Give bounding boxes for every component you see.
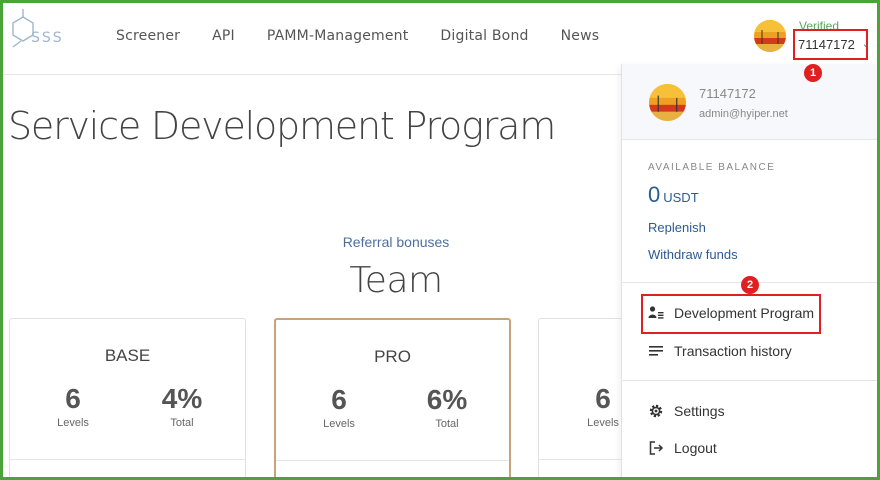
dropdown-user-name: 71147172 — [699, 86, 756, 101]
plan-name: BASE — [104, 346, 151, 365]
avatar — [649, 84, 686, 121]
nav-pamm-management[interactable]: PAMM-Management — [267, 28, 409, 44]
levels-stat: 6 Levels — [323, 384, 355, 430]
total-stat: 6% Total — [426, 384, 468, 430]
chevron-down-icon: ⌄ — [861, 39, 871, 50]
user-dropdown-menu: 71147172 admin@hyiper.net AVAILABLE BALA… — [621, 64, 877, 477]
logout-icon — [648, 440, 664, 456]
nav-news[interactable]: News — [561, 28, 600, 44]
nav-digital-bond[interactable]: Digital Bond — [440, 28, 528, 44]
menu-item-settings[interactable]: Settings — [648, 403, 725, 419]
menu-divider — [622, 380, 877, 381]
card-divider — [276, 460, 509, 461]
dropdown-user-section: 71147172 admin@hyiper.net — [622, 64, 877, 140]
nav-screener[interactable]: Screener — [116, 28, 180, 44]
highlight-development-program — [641, 294, 821, 334]
replenish-link[interactable]: Replenish — [648, 220, 706, 235]
page-title: Service Development Program — [8, 104, 556, 148]
svg-text:SSS: SSS — [31, 30, 64, 46]
menu-item-transaction-history[interactable]: Transaction history — [648, 343, 792, 359]
user-menu-toggle[interactable]: 71147172 ⌄ — [793, 29, 871, 60]
annotation-badge-1: 1 — [804, 64, 822, 82]
referral-bonuses-label: Referral bonuses — [342, 234, 450, 250]
menu-item-label: Logout — [674, 440, 717, 456]
total-stat: 4% Total — [161, 383, 203, 429]
plan-card-pro[interactable]: PRO 6 Levels 6% Total — [274, 318, 511, 480]
balance-label: AVAILABLE BALANCE — [648, 162, 776, 173]
annotation-badge-2: 2 — [741, 276, 759, 294]
list-lines-icon — [648, 343, 664, 359]
nav-api[interactable]: API — [212, 28, 235, 44]
plan-name: PRO — [374, 347, 411, 366]
menu-item-label: Settings — [674, 403, 725, 419]
avatar[interactable] — [754, 20, 786, 52]
card-divider — [10, 459, 245, 460]
gear-icon — [648, 403, 664, 419]
withdraw-funds-link[interactable]: Withdraw funds — [648, 247, 738, 262]
main-nav: Screener API PAMM-Management Digital Bon… — [116, 28, 631, 44]
levels-stat: 6 Levels — [57, 383, 89, 429]
dropdown-user-email: admin@hyiper.net — [699, 108, 788, 120]
plan-card-base[interactable]: BASE 6 Levels 4% Total — [9, 318, 246, 480]
balance-value: 0 USDT — [648, 182, 699, 207]
menu-item-logout[interactable]: Logout — [648, 440, 717, 456]
menu-item-label: Transaction history — [674, 343, 792, 359]
team-title: Team — [349, 260, 443, 301]
logo-icon[interactable]: SSS — [9, 9, 73, 57]
user-id: 71147172 — [798, 37, 855, 52]
